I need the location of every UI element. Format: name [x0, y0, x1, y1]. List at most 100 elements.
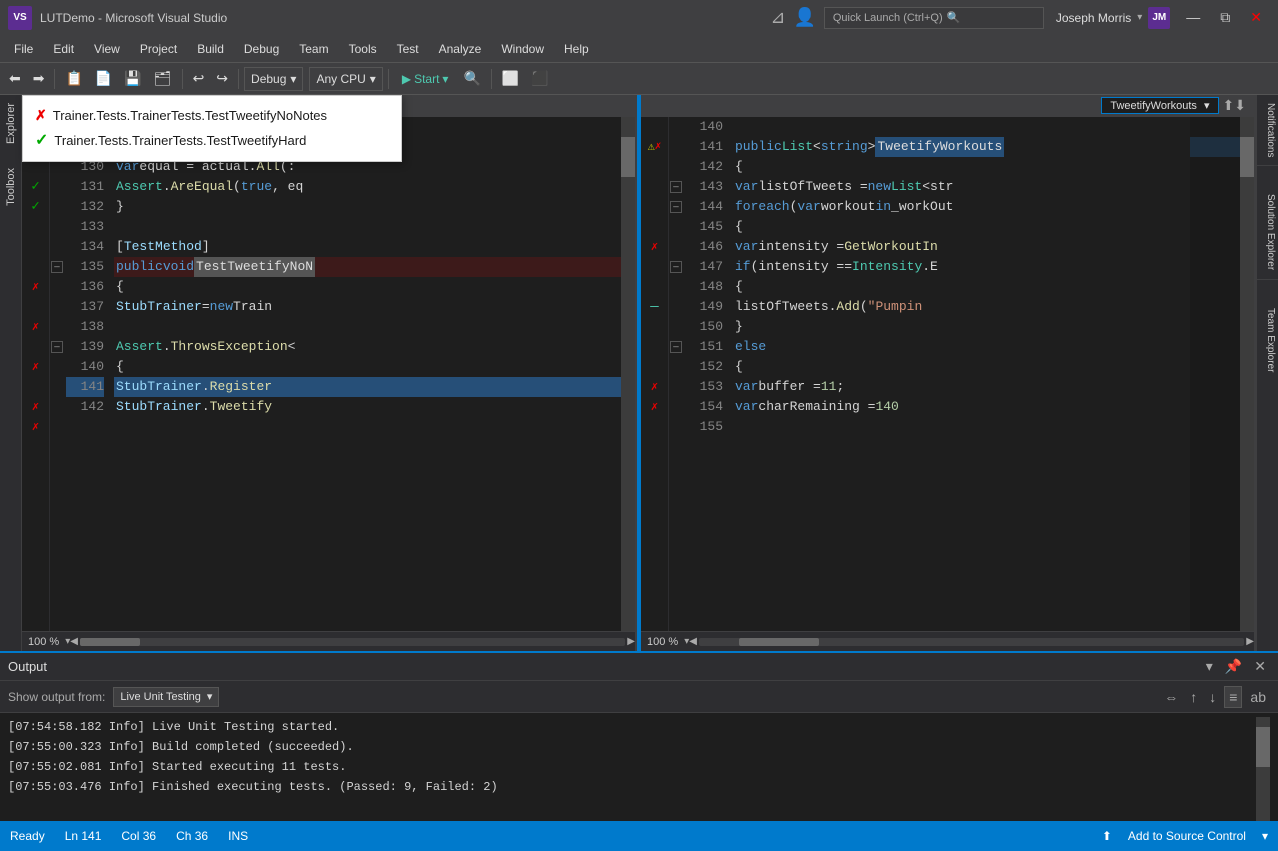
config-value: Debug: [251, 72, 286, 86]
ri-145: [641, 217, 668, 237]
paste-button[interactable]: 📄: [90, 67, 117, 90]
right-scroll-left-btn[interactable]: ◀: [689, 636, 697, 647]
left-scroll-right[interactable]: ▶: [627, 636, 635, 647]
rcode-142: {: [733, 157, 1190, 177]
clp-134: [50, 237, 66, 257]
status-ln[interactable]: Ln 141: [65, 829, 102, 843]
back-button[interactable]: ⬅: [4, 67, 26, 90]
undo-button[interactable]: ↩: [188, 67, 210, 90]
left-hscroll-track[interactable]: [80, 638, 625, 646]
menu-file[interactable]: File: [4, 38, 43, 60]
config-dropdown[interactable]: Debug ▾: [244, 67, 303, 91]
menu-tools[interactable]: Tools: [339, 38, 387, 60]
right-scroll-bot[interactable]: ⬇: [1234, 97, 1246, 114]
right-scroll-top[interactable]: ⬆: [1223, 97, 1235, 114]
save-button[interactable]: 💾: [119, 67, 146, 90]
find-button[interactable]: 🔍: [458, 67, 485, 90]
right-vscroll[interactable]: [1240, 117, 1254, 631]
menu-build[interactable]: Build: [187, 38, 234, 60]
menu-test[interactable]: Test: [387, 38, 429, 60]
output-up-btn[interactable]: ↑: [1186, 686, 1201, 708]
output-source-dropdown[interactable]: Live Unit Testing ▾: [113, 687, 219, 707]
clp-139[interactable]: —: [50, 337, 66, 357]
left-code-editor: ✓ ✓ ✓ ✗ ✗ ✗ ✗ ✗: [22, 117, 635, 631]
menu-window[interactable]: Window: [491, 38, 554, 60]
save-all-button[interactable]: 🗂: [149, 67, 177, 90]
rclp-146: [669, 237, 685, 257]
platform-dropdown-icon: ▾: [370, 72, 376, 86]
restore-button[interactable]: ⧉: [1212, 9, 1238, 26]
right-indicator-col: ⚠ ✗ ✗ — ✗ ✗: [641, 117, 669, 631]
toolbox-tab[interactable]: Toolbox: [3, 160, 19, 214]
start-button[interactable]: ▶ Start ▾: [394, 69, 457, 89]
output-wrap-btn[interactable]: ⇔: [1160, 686, 1182, 708]
menu-edit[interactable]: Edit: [43, 38, 84, 60]
notifications-tab[interactable]: Notifications: [1257, 95, 1278, 166]
bp-button[interactable]: ⬜: [497, 67, 524, 90]
right-scroll-right-btn[interactable]: ▶: [1246, 636, 1254, 647]
rclp-151[interactable]: —: [669, 337, 685, 357]
output-vscroll-thumb[interactable]: [1256, 727, 1270, 767]
solution-explorer-tab[interactable]: Solution Explorer: [1257, 186, 1278, 279]
left-vscroll-thumb[interactable]: [621, 137, 635, 177]
user-icon[interactable]: 👤: [793, 7, 815, 28]
ind-134: [22, 257, 49, 277]
output-pin-btn[interactable]: 📌: [1221, 656, 1246, 677]
warn-icon: ⚠: [648, 137, 655, 157]
redo-button[interactable]: ↪: [211, 67, 233, 90]
ind-142r: ✗: [22, 417, 49, 437]
right-func-dropdown-icon[interactable]: ▾: [1204, 100, 1210, 112]
menu-team[interactable]: Team: [289, 38, 338, 60]
left-hscroll-thumb[interactable]: [80, 638, 140, 646]
test-tooltip: ✗ Trainer.Tests.TrainerTests.TestTweetif…: [22, 95, 402, 162]
left-scroll-left[interactable]: ◀: [70, 636, 78, 647]
rclp-147[interactable]: —: [669, 257, 685, 277]
menu-debug[interactable]: Debug: [234, 38, 289, 60]
ln-138: 138: [66, 317, 104, 337]
bp2-button[interactable]: ⬛: [526, 67, 553, 90]
copy-button[interactable]: 📋: [60, 67, 87, 90]
status-ins[interactable]: INS: [228, 829, 248, 843]
menu-help[interactable]: Help: [554, 38, 599, 60]
team-explorer-tab[interactable]: Team Explorer: [1257, 300, 1278, 380]
output-dropdown-btn[interactable]: ▾: [1202, 656, 1217, 677]
user-name: Joseph Morris: [1056, 11, 1131, 25]
search-icon: 🔍: [947, 11, 961, 24]
right-vscroll-thumb[interactable]: [1240, 137, 1254, 177]
platform-dropdown[interactable]: Any CPU ▾: [309, 67, 382, 91]
explorer-tab[interactable]: Explorer: [3, 95, 19, 152]
output-search-btn[interactable]: ab: [1246, 686, 1270, 708]
ri-141: ⚠ ✗: [641, 137, 668, 157]
menu-view[interactable]: View: [84, 38, 130, 60]
quick-launch-box[interactable]: Quick Launch (Ctrl+Q) 🔍: [824, 7, 1044, 29]
right-zoom-level[interactable]: 100 %: [641, 636, 684, 648]
ln-137: 137: [66, 297, 104, 317]
right-function-selected[interactable]: TweetifyWorkouts ▾: [1101, 97, 1218, 114]
status-ch[interactable]: Ch 36: [176, 829, 208, 843]
clp-135[interactable]: —: [50, 257, 66, 277]
output-close-btn[interactable]: ✕: [1250, 656, 1270, 677]
ri-151: [641, 337, 668, 357]
user-dropdown-icon[interactable]: ▾: [1137, 12, 1142, 23]
rln-147: 147: [685, 257, 723, 277]
status-source-control[interactable]: Add to Source Control: [1128, 829, 1246, 843]
right-code-content[interactable]: public List<string> TweetifyWorkouts { v…: [729, 117, 1190, 631]
status-col[interactable]: Col 36: [121, 829, 156, 843]
left-vscroll[interactable]: [621, 117, 635, 631]
close-button[interactable]: ✕: [1242, 9, 1270, 26]
output-down-btn[interactable]: ↓: [1205, 686, 1220, 708]
minimize-button[interactable]: —: [1178, 9, 1208, 26]
right-code-panel: TweetifyWorkouts ▾ ⬆ ⬇ ⚠ ✗: [641, 95, 1256, 651]
right-hscroll-thumb[interactable]: [739, 638, 819, 646]
left-code-content[interactable]: var actual = StubTraine var equal = actu…: [110, 117, 621, 631]
play-icon: ▶: [402, 72, 411, 86]
left-zoom-level[interactable]: 100 %: [22, 636, 65, 648]
forward-button[interactable]: ➡: [28, 67, 50, 90]
rclp-144[interactable]: —: [669, 197, 685, 217]
filter-icon[interactable]: ⊿: [770, 7, 785, 28]
menu-project[interactable]: Project: [130, 38, 187, 60]
menu-analyze[interactable]: Analyze: [429, 38, 492, 60]
rclp-143[interactable]: —: [669, 177, 685, 197]
output-filter-btn[interactable]: ≡: [1224, 686, 1242, 708]
right-hscroll-track[interactable]: [699, 638, 1244, 646]
